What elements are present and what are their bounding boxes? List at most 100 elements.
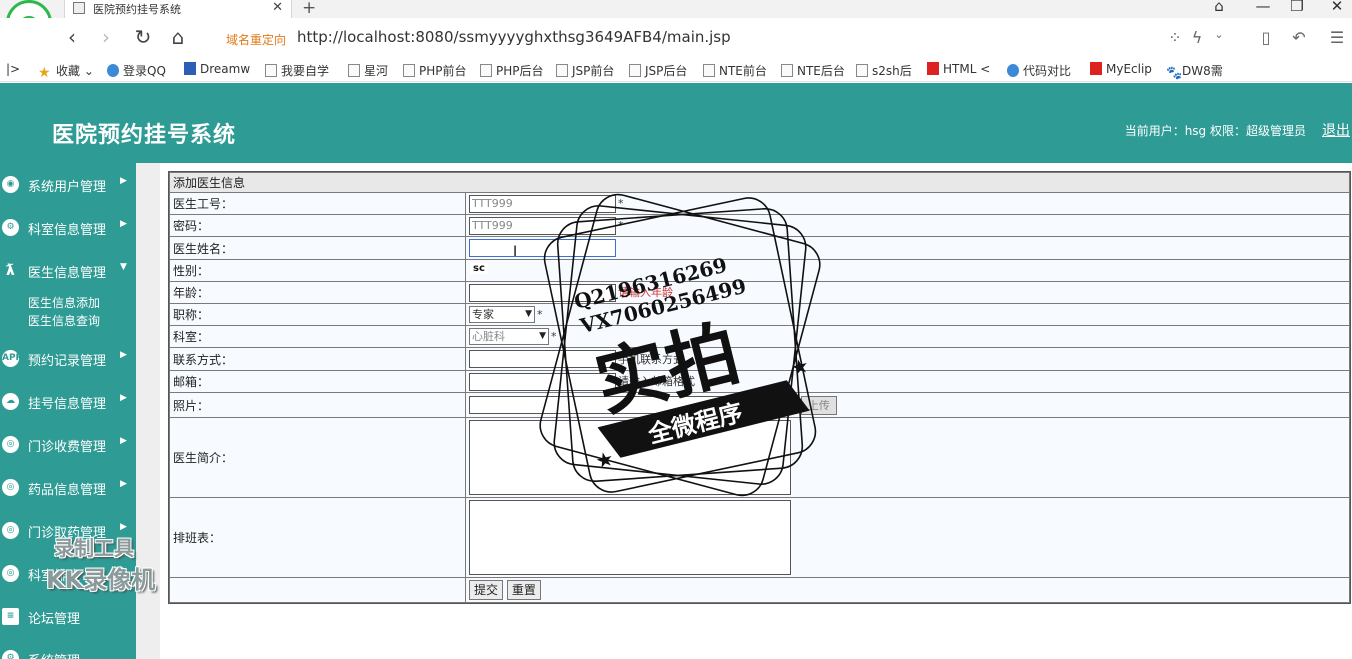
user-circle-icon: ◉	[2, 176, 19, 193]
sidebar-item-pharmacy[interactable]: ◎ 门诊取药管理 ▶	[0, 519, 136, 543]
chevron-down-icon: ▼	[120, 262, 127, 272]
photo-path-input[interactable]	[469, 396, 797, 414]
age-hint: 请输入年龄	[618, 286, 673, 299]
forward-icon[interactable]: ›	[94, 25, 118, 49]
reset-button[interactable]: 重置	[506, 580, 541, 600]
sidebar-item-label: 药品信息管理	[28, 483, 107, 498]
contact-input[interactable]	[469, 350, 616, 368]
sidebar-item-system-users[interactable]: ◉ 系统用户管理 ▶	[0, 173, 136, 197]
schedule-textarea[interactable]	[469, 500, 791, 575]
doctor-id-input[interactable]	[469, 194, 616, 213]
sidebar-item-label: 门诊取药管理	[28, 526, 107, 541]
logout-link[interactable]: 退出	[1322, 120, 1350, 140]
required-mark: *	[537, 308, 543, 321]
intro-textarea[interactable]	[469, 420, 791, 495]
target-icon: ◎	[2, 565, 19, 582]
page-icon	[480, 64, 492, 77]
age-input[interactable]	[469, 283, 616, 302]
autocomplete-tooltip: sc	[470, 263, 488, 274]
lightning-icon[interactable]: ϟ	[1186, 28, 1208, 47]
add-doctor-form: 添加医生信息 医生工号： * 密码： * 医生姓名： 性别： sc 年龄： 请输…	[168, 171, 1351, 604]
target-icon: ◎	[2, 522, 19, 539]
bookmark-item[interactable]: HTML <	[927, 62, 990, 76]
app-title: 医院预约挂号系统	[52, 123, 237, 148]
back-icon[interactable]: ‹	[60, 25, 84, 49]
submenu-doctor-query[interactable]: 医生信息查询	[28, 312, 100, 329]
sidebar-item-system[interactable]: ⚙ 系统管理	[0, 647, 136, 659]
target-icon: ◎	[2, 436, 19, 453]
page-icon	[556, 64, 568, 77]
minimize-icon[interactable]: —	[1251, 0, 1275, 15]
submenu-doctor-add[interactable]: 医生信息添加	[28, 294, 100, 311]
upload-button[interactable]: 上传	[800, 395, 837, 415]
bookmark-icon[interactable]: ▯	[1255, 28, 1277, 47]
url-field[interactable]: http://localhost:8080/ssmyyyyghxthsg3649…	[297, 28, 731, 46]
restore-icon[interactable]: ❐	[1285, 0, 1309, 15]
department-select[interactable]: 心脏科 ▼	[469, 328, 549, 345]
home-icon[interactable]: ⌂	[166, 25, 190, 49]
intro-label: 医生简介：	[169, 417, 466, 498]
chevron-right-icon: ▶	[120, 176, 127, 186]
grid-icon[interactable]: ⁘	[1164, 28, 1186, 47]
submit-button[interactable]: 提交	[469, 580, 504, 600]
sidebar-item-scheduling[interactable]: ◎ 科室排班 ▶	[0, 562, 136, 586]
html-icon	[927, 62, 939, 75]
sidebar-item-label: 预约记录管理	[28, 354, 107, 369]
bookmark-item[interactable]: NTE前台	[703, 62, 767, 79]
browser-tab[interactable]: 医院预约挂号系统 ✕	[64, 0, 292, 18]
sidebar-item-label: 科室信息管理	[28, 223, 107, 238]
bookmark-item[interactable]: ★ 收藏 ⌄	[38, 62, 94, 80]
menu-icon[interactable]: ☰	[1326, 28, 1348, 47]
new-tab-icon[interactable]: +	[302, 0, 316, 18]
page-icon	[781, 64, 793, 77]
contact-hint: 手机联系方式	[618, 352, 684, 366]
bookmark-item[interactable]: PHP后台	[480, 62, 544, 79]
bookmark-item[interactable]: 登录QQ	[107, 62, 166, 79]
bookmark-item[interactable]: PHP前台	[403, 62, 467, 79]
bookmark-item[interactable]: 星河	[348, 62, 388, 79]
bookmark-item[interactable]: 代码对比	[1007, 62, 1071, 79]
sidebar-item-outpatient-fees[interactable]: ◎ 门诊收费管理 ▶	[0, 433, 136, 457]
email-input[interactable]	[469, 372, 616, 391]
bookmark-item[interactable]: s2sh后	[856, 62, 912, 79]
sidebar-item-forum[interactable]: ≡ 论坛管理	[0, 605, 136, 629]
department-label: 科室：	[169, 325, 466, 348]
chevron-right-icon: ▶	[120, 479, 127, 489]
sidebar-item-departments[interactable]: ⚙ 科室信息管理 ▶	[0, 216, 136, 240]
image-icon	[856, 64, 868, 77]
bookmark-item[interactable]: 🐾DW8需	[1166, 62, 1223, 80]
doctor-name-label: 医生姓名：	[169, 236, 466, 260]
sidebar-item-label: 系统管理	[28, 650, 80, 659]
bookmarks-toggle-icon[interactable]: |>	[6, 62, 20, 76]
sidebar-item-doctors[interactable]: ƛ 医生信息管理 ▼	[0, 259, 136, 283]
cloud-icon: ☁	[2, 393, 19, 410]
dropdown-caret-icon: ▼	[525, 309, 532, 319]
sidebar-item-label: 医生信息管理	[28, 266, 107, 281]
bookmark-item[interactable]: Dreamw	[184, 62, 250, 76]
password-input[interactable]	[469, 216, 616, 235]
bookmark-item[interactable]: MyEclip	[1090, 62, 1152, 76]
title-select[interactable]: 专家 ▼	[469, 306, 535, 323]
redirect-label[interactable]: 域名重定向	[226, 31, 286, 48]
sidebar-item-label: 系统用户管理	[28, 180, 107, 195]
undo-icon[interactable]: ↶	[1288, 28, 1310, 47]
tab-close-icon[interactable]: ✕	[272, 0, 283, 15]
bookmark-item[interactable]: NTE后台	[781, 62, 845, 79]
sidebar-item-medicines[interactable]: ◎ 药品信息管理 ▶	[0, 476, 136, 500]
bookmark-item[interactable]: JSP前台	[556, 62, 614, 79]
age-label: 年龄：	[169, 281, 466, 304]
address-bar: ‹ › ↻ ⌂ 域名重定向 http://localhost:8080/ssmy…	[0, 18, 1352, 58]
chevron-right-icon: ▶	[120, 565, 127, 575]
chevron-right-icon: ▶	[120, 522, 127, 532]
reload-icon[interactable]: ↻	[131, 25, 155, 49]
dropdown-icon[interactable]: ⌄	[1208, 28, 1230, 41]
page-icon	[348, 64, 360, 77]
sidebar-item-registrations[interactable]: ☁ 挂号信息管理 ▶	[0, 390, 136, 414]
doctor-name-input[interactable]	[469, 239, 616, 257]
bookmark-item[interactable]: 我要自学	[265, 62, 329, 79]
bookmark-item[interactable]: JSP后台	[629, 62, 687, 79]
pin-icon[interactable]: ⌂	[1207, 0, 1231, 15]
close-window-icon[interactable]: ✕	[1325, 0, 1349, 15]
app-icon: APP	[2, 350, 22, 367]
sidebar-item-appointments[interactable]: APP 预约记录管理 ▶	[0, 347, 136, 371]
